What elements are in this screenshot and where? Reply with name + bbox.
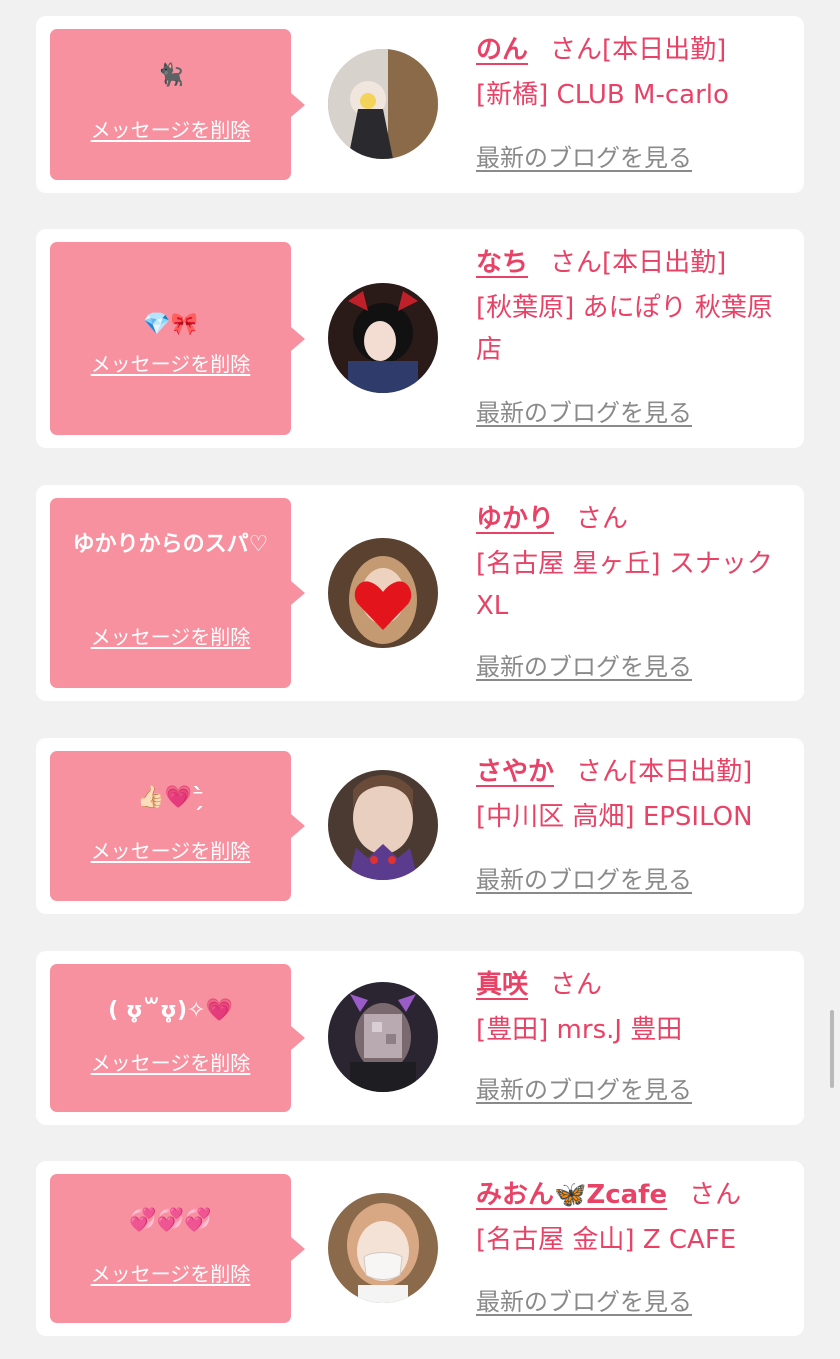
latest-blog-link[interactable]: 最新のブログを見る — [476, 652, 692, 682]
honorific: さん — [689, 1180, 742, 1210]
avatar[interactable] — [328, 538, 438, 648]
message-bubble: 🐈‍⬛ メッセージを削除 — [50, 29, 305, 180]
shop-text: [名古屋 金山] Z CAFE — [476, 1225, 737, 1255]
card-info: ゆかり さん [名古屋 星ヶ丘] スナック XL — [476, 501, 786, 627]
favorite-card: 🐈‍⬛ メッセージを削除 のん さん[本日出勤] [新橋] CLUB M-carl… — [36, 16, 804, 193]
message-text: 💞💞💞 — [129, 1208, 212, 1233]
avatar[interactable] — [328, 1193, 438, 1303]
cast-name-link[interactable]: ゆかり — [476, 504, 554, 534]
honorific: さん — [550, 248, 603, 278]
delete-message-link[interactable]: メッセージを削除 — [50, 1050, 291, 1076]
honorific: さん — [550, 970, 603, 1000]
message-bubble: ゆかりからのスパ♡ メッセージを削除 — [50, 498, 305, 688]
latest-blog-link[interactable]: 最新のブログを見る — [476, 398, 692, 428]
avatar[interactable] — [328, 283, 438, 393]
cast-name-link[interactable]: みおん🦋Zcafe — [476, 1180, 667, 1210]
attendance-tag: [本日出勤] — [628, 757, 753, 787]
message-bubble: 💞💞💞 メッセージを削除 — [50, 1174, 305, 1323]
shop-text: [名古屋 星ヶ丘] スナック XL — [476, 549, 773, 621]
favorite-card: ゆかりからのスパ♡ メッセージを削除 ゆかり さん [名古屋 星ヶ丘] スナック … — [36, 485, 804, 701]
cast-name-link[interactable]: なち — [476, 248, 528, 278]
shop-text: [新橋] CLUB M-carlo — [476, 80, 729, 110]
latest-blog-link[interactable]: 最新のブログを見る — [476, 1075, 692, 1105]
delete-message-link[interactable]: メッセージを削除 — [50, 624, 291, 650]
latest-blog-link[interactable]: 最新のブログを見る — [476, 143, 692, 173]
avatar[interactable] — [328, 982, 438, 1092]
delete-message-link[interactable]: メッセージを削除 — [50, 838, 291, 864]
attendance-tag: [本日出勤] — [602, 248, 727, 278]
delete-message-link[interactable]: メッセージを削除 — [50, 1261, 291, 1287]
delete-message-link[interactable]: メッセージを削除 — [50, 351, 291, 377]
card-info: 真咲 さん [豊田] mrs.J 豊田 — [476, 967, 786, 1051]
attendance-tag: [本日出勤] — [602, 35, 727, 65]
shop-text: [中川区 高畑] EPSILON — [476, 802, 753, 832]
message-text: 👍🏻💗⁻̗̀ — [137, 785, 204, 810]
latest-blog-link[interactable]: 最新のブログを見る — [476, 1287, 692, 1317]
avatar[interactable] — [328, 770, 438, 880]
avatar[interactable] — [328, 49, 438, 159]
delete-message-link[interactable]: メッセージを削除 — [50, 117, 291, 143]
favorite-card: 💞💞💞 メッセージを削除 みおん🦋Zcafe さん [名古屋 金山] Z CAFE… — [36, 1161, 804, 1336]
favorite-card: 👍🏻💗⁻̗̀ メッセージを削除 さやか さん[本日出勤] [中川区 高畑] EPS… — [36, 738, 804, 914]
message-text: ゆかりからのスパ♡ — [72, 532, 269, 557]
cast-name-link[interactable]: さやか — [476, 757, 554, 787]
card-info: なち さん[本日出勤] [秋葉原] あにぽり 秋葉原店 — [476, 245, 786, 371]
message-text: ( ʊ̥̥̥꒳ʊ̥̥̥)✧💗 — [108, 998, 233, 1023]
honorific: さん — [550, 35, 603, 65]
shop-text: [秋葉原] あにぽり 秋葉原店 — [476, 293, 773, 365]
favorite-card: 💎🎀 メッセージを削除 なち さん[本日出勤] [秋葉原] あにぽり 秋葉原店 最… — [36, 229, 804, 448]
message-bubble: 👍🏻💗⁻̗̀ メッセージを削除 — [50, 751, 305, 901]
latest-blog-link[interactable]: 最新のブログを見る — [476, 865, 692, 895]
honorific: さん — [576, 757, 629, 787]
card-info: みおん🦋Zcafe さん [名古屋 金山] Z CAFE — [476, 1177, 786, 1261]
message-bubble: ( ʊ̥̥̥꒳ʊ̥̥̥)✧💗 メッセージを削除 — [50, 964, 305, 1112]
scrollbar[interactable] — [830, 1010, 834, 1088]
cast-name-link[interactable]: 真咲 — [476, 970, 528, 1000]
cast-name-link[interactable]: のん — [476, 35, 528, 65]
honorific: さん — [576, 504, 629, 534]
favorite-card: ( ʊ̥̥̥꒳ʊ̥̥̥)✧💗 メッセージを削除 真咲 さん [豊田] mrs.J … — [36, 951, 804, 1125]
card-info: さやか さん[本日出勤] [中川区 高畑] EPSILON — [476, 754, 786, 838]
message-bubble: 💎🎀 メッセージを削除 — [50, 242, 305, 435]
card-info: のん さん[本日出勤] [新橋] CLUB M-carlo — [476, 32, 786, 116]
message-text: 🐈‍⬛ — [156, 63, 185, 88]
shop-text: [豊田] mrs.J 豊田 — [476, 1015, 683, 1045]
message-text: 💎🎀 — [143, 312, 198, 337]
